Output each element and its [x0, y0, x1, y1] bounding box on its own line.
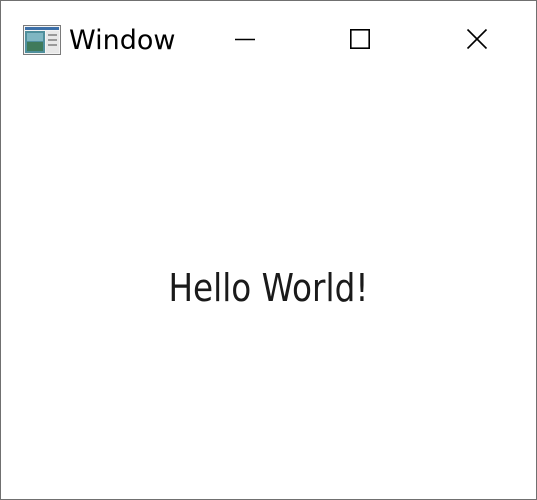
title-bar[interactable]: Window	[1, 1, 536, 77]
minimize-button[interactable]	[197, 1, 293, 77]
close-icon	[466, 28, 488, 50]
hello-label: Hello World!	[168, 266, 369, 310]
window-content: Hello World!	[1, 77, 536, 499]
close-button[interactable]	[429, 1, 525, 77]
minimize-icon	[234, 28, 256, 50]
window-title: Window	[69, 25, 176, 56]
application-window: Window Hello World!	[0, 0, 537, 500]
maximize-button[interactable]	[312, 1, 408, 77]
maximize-icon	[349, 28, 371, 50]
app-window-icon[interactable]	[23, 25, 61, 55]
